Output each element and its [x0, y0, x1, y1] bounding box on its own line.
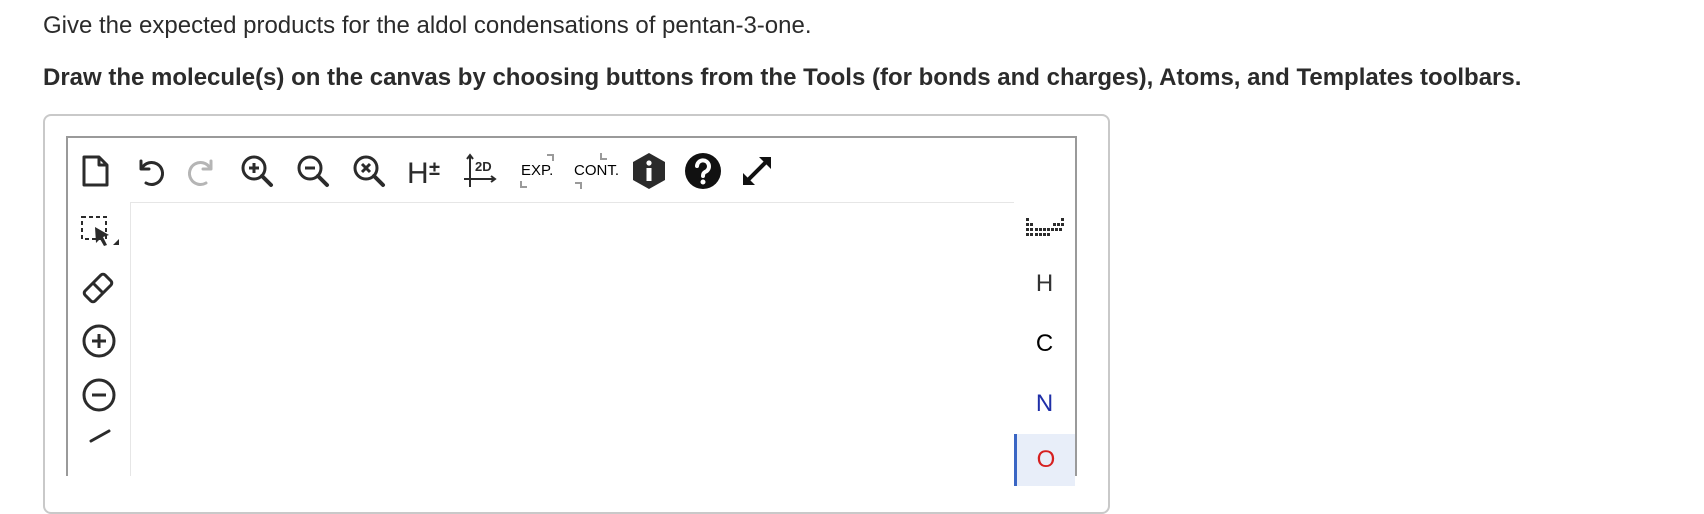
expand-label: EXP. [521, 162, 553, 179]
select-tool-button[interactable] [76, 210, 122, 256]
hydrogen-toggle-button[interactable]: H ± [402, 148, 448, 194]
eraser-icon [82, 272, 114, 304]
atoms-toolbar: H C N O [1014, 202, 1075, 486]
new-document-button[interactable] [72, 148, 118, 194]
zoom-in-button[interactable] [234, 148, 280, 194]
question-prompt: Give the expected products for the aldol… [43, 12, 812, 39]
hydrogen-toggle-icon: H ± [407, 157, 440, 190]
atom-c-label: C [1035, 330, 1054, 357]
layout-2d-label: 2D [475, 159, 492, 174]
positive-charge-button[interactable] [76, 318, 122, 364]
layout-2d-icon: 2D [464, 153, 497, 187]
plus-circle-icon [82, 324, 116, 358]
undo-icon [139, 159, 164, 186]
contract-label: CONT. [574, 162, 619, 179]
atom-h-button[interactable]: H [1014, 258, 1075, 310]
molecule-editor: H ± 2D EXP. CONT. H C N O [66, 136, 1077, 486]
zoom-reset-icon [353, 155, 385, 187]
atom-o-button[interactable]: O [1014, 434, 1075, 486]
expand-button[interactable]: EXP. [514, 148, 564, 194]
drawing-canvas[interactable] [130, 202, 1016, 476]
redo-icon [188, 159, 213, 186]
question-instruction: Draw the molecule(s) on the canvas by ch… [43, 64, 1522, 91]
atom-o-label: O [1036, 446, 1056, 473]
contract-button[interactable]: CONT. [568, 148, 622, 194]
top-toolbar: H ± 2D EXP. CONT. [68, 138, 1075, 202]
negative-charge-button[interactable] [76, 372, 122, 418]
atom-n-label: N [1035, 390, 1054, 417]
atom-n-button[interactable]: N [1014, 378, 1075, 430]
minus-circle-icon [82, 378, 116, 412]
rectangle-select-icon [81, 216, 119, 246]
layout-2d-button[interactable]: 2D [458, 148, 504, 194]
expand-icon: EXP. [520, 154, 554, 188]
single-bond-icon [89, 429, 111, 443]
atom-h-label: H [1035, 270, 1054, 297]
atom-c-button[interactable]: C [1014, 318, 1075, 370]
help-button[interactable] [680, 148, 726, 194]
zoom-reset-button[interactable] [346, 148, 392, 194]
fullscreen-icon [743, 157, 771, 185]
new-document-icon [82, 155, 109, 187]
undo-button[interactable] [126, 148, 172, 194]
zoom-out-icon [297, 155, 329, 187]
zoom-in-icon [241, 155, 273, 187]
eraser-tool-button[interactable] [76, 264, 122, 310]
fullscreen-button[interactable] [734, 148, 780, 194]
hydrogen-toggle-pm: ± [429, 158, 440, 180]
contract-icon: CONT. [574, 153, 619, 189]
bond-tool-button[interactable] [76, 426, 122, 472]
periodic-table-button[interactable] [1014, 202, 1075, 254]
periodic-table-icon [1025, 218, 1064, 236]
hydrogen-toggle-h: H [407, 157, 429, 190]
info-icon [633, 153, 665, 189]
help-icon [685, 153, 721, 189]
tools-toolbar [68, 202, 130, 476]
zoom-out-button[interactable] [290, 148, 336, 194]
redo-button[interactable] [180, 148, 226, 194]
info-button[interactable] [626, 148, 672, 194]
